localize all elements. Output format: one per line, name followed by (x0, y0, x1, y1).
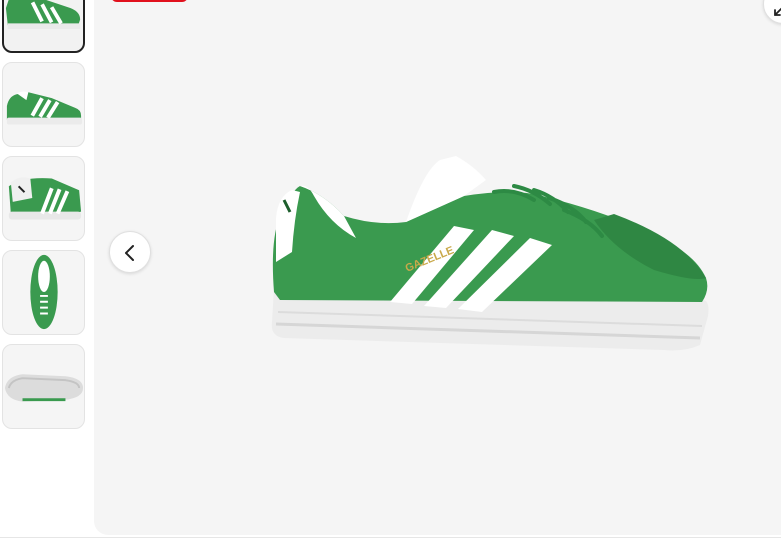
thumbnail-rail (0, 0, 94, 540)
expand-icon (774, 7, 781, 16)
thumbnail-2[interactable] (2, 62, 85, 147)
divider (0, 537, 781, 538)
main-image-stage: GAZELLE (94, 0, 781, 535)
sale-badge (111, 0, 188, 2)
thumbnail-1[interactable] (2, 0, 85, 53)
previous-image-button[interactable] (109, 231, 151, 273)
thumbnail-3-image (8, 177, 82, 220)
thumbnail-2-image (6, 91, 83, 125)
thumbnail-1-image (5, 0, 81, 30)
thumbnail-3[interactable] (2, 156, 85, 241)
chevron-left-icon (125, 245, 134, 261)
thumbnail-4[interactable] (2, 250, 85, 335)
main-product-image[interactable]: GAZELLE (94, 0, 781, 535)
thumbnail-5[interactable] (2, 344, 85, 429)
thumbnail-5-image (4, 374, 84, 402)
thumbnail-4-image (30, 254, 58, 330)
